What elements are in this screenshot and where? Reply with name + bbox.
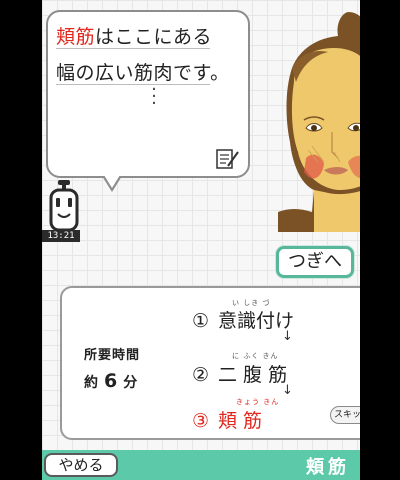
bubble-line-2: 幅の広い筋肉です。: [56, 62, 230, 84]
down-arrow-icon: ↓: [282, 383, 293, 398]
current-exercise-title: 頬筋: [306, 457, 350, 478]
step-2-label: 二 腹 筋: [218, 364, 288, 386]
step-3-label: 頬 筋: [218, 410, 263, 432]
step-3-current: ③ 頬 筋: [192, 406, 262, 433]
speech-bubble: 頬筋はここにある 幅の広い筋肉です。 · · ·: [46, 10, 250, 178]
more-text-indicator: · · ·: [151, 79, 157, 114]
step-2-number: ②: [192, 364, 210, 386]
muscle-name-highlight: 頬筋: [56, 26, 96, 48]
quit-button[interactable]: やめる: [44, 453, 118, 477]
duration-number: 6: [104, 370, 118, 392]
face-illustration: [278, 12, 360, 232]
bubble-underline-1: [56, 48, 210, 49]
bubble-underline-2: [56, 84, 210, 85]
exercise-panel: 所要時間 約6分 い しき づ ① 意識付け ↓ に ふく きん ②二 腹 筋 ↓…: [60, 286, 360, 440]
skip-button[interactable]: スキップ: [330, 406, 360, 424]
bubble-tail-fill: [104, 175, 120, 188]
memo-icon[interactable]: [216, 148, 240, 170]
next-button[interactable]: つぎへ: [276, 246, 354, 278]
duration-unit: 分: [123, 375, 138, 391]
step-1-number: ①: [192, 310, 210, 332]
bubble-line-1-rest: はここにある: [95, 26, 213, 48]
step-1: ① 意識付け: [192, 306, 294, 333]
down-arrow-icon: ↓: [282, 329, 293, 344]
bottom-bar: やめる 頬筋: [42, 450, 360, 480]
duration-prefix: 約: [84, 375, 98, 391]
duration-value: 約6分: [84, 370, 137, 392]
clock-display: 13:21: [42, 230, 80, 242]
game-screen: 頬筋はここにある 幅の広い筋肉です。 · · · 13:21 つぎへ 所要時間 …: [42, 0, 360, 480]
right-letterbox: [360, 0, 400, 480]
step-2: ② 二 腹 筋: [192, 360, 287, 387]
bubble-line-1: 頬筋はここにある: [56, 22, 212, 49]
left-letterbox: [0, 0, 42, 480]
step-3-number: ③: [192, 410, 210, 432]
duration-label: 所要時間: [84, 348, 141, 363]
robot-icon: [49, 180, 79, 232]
